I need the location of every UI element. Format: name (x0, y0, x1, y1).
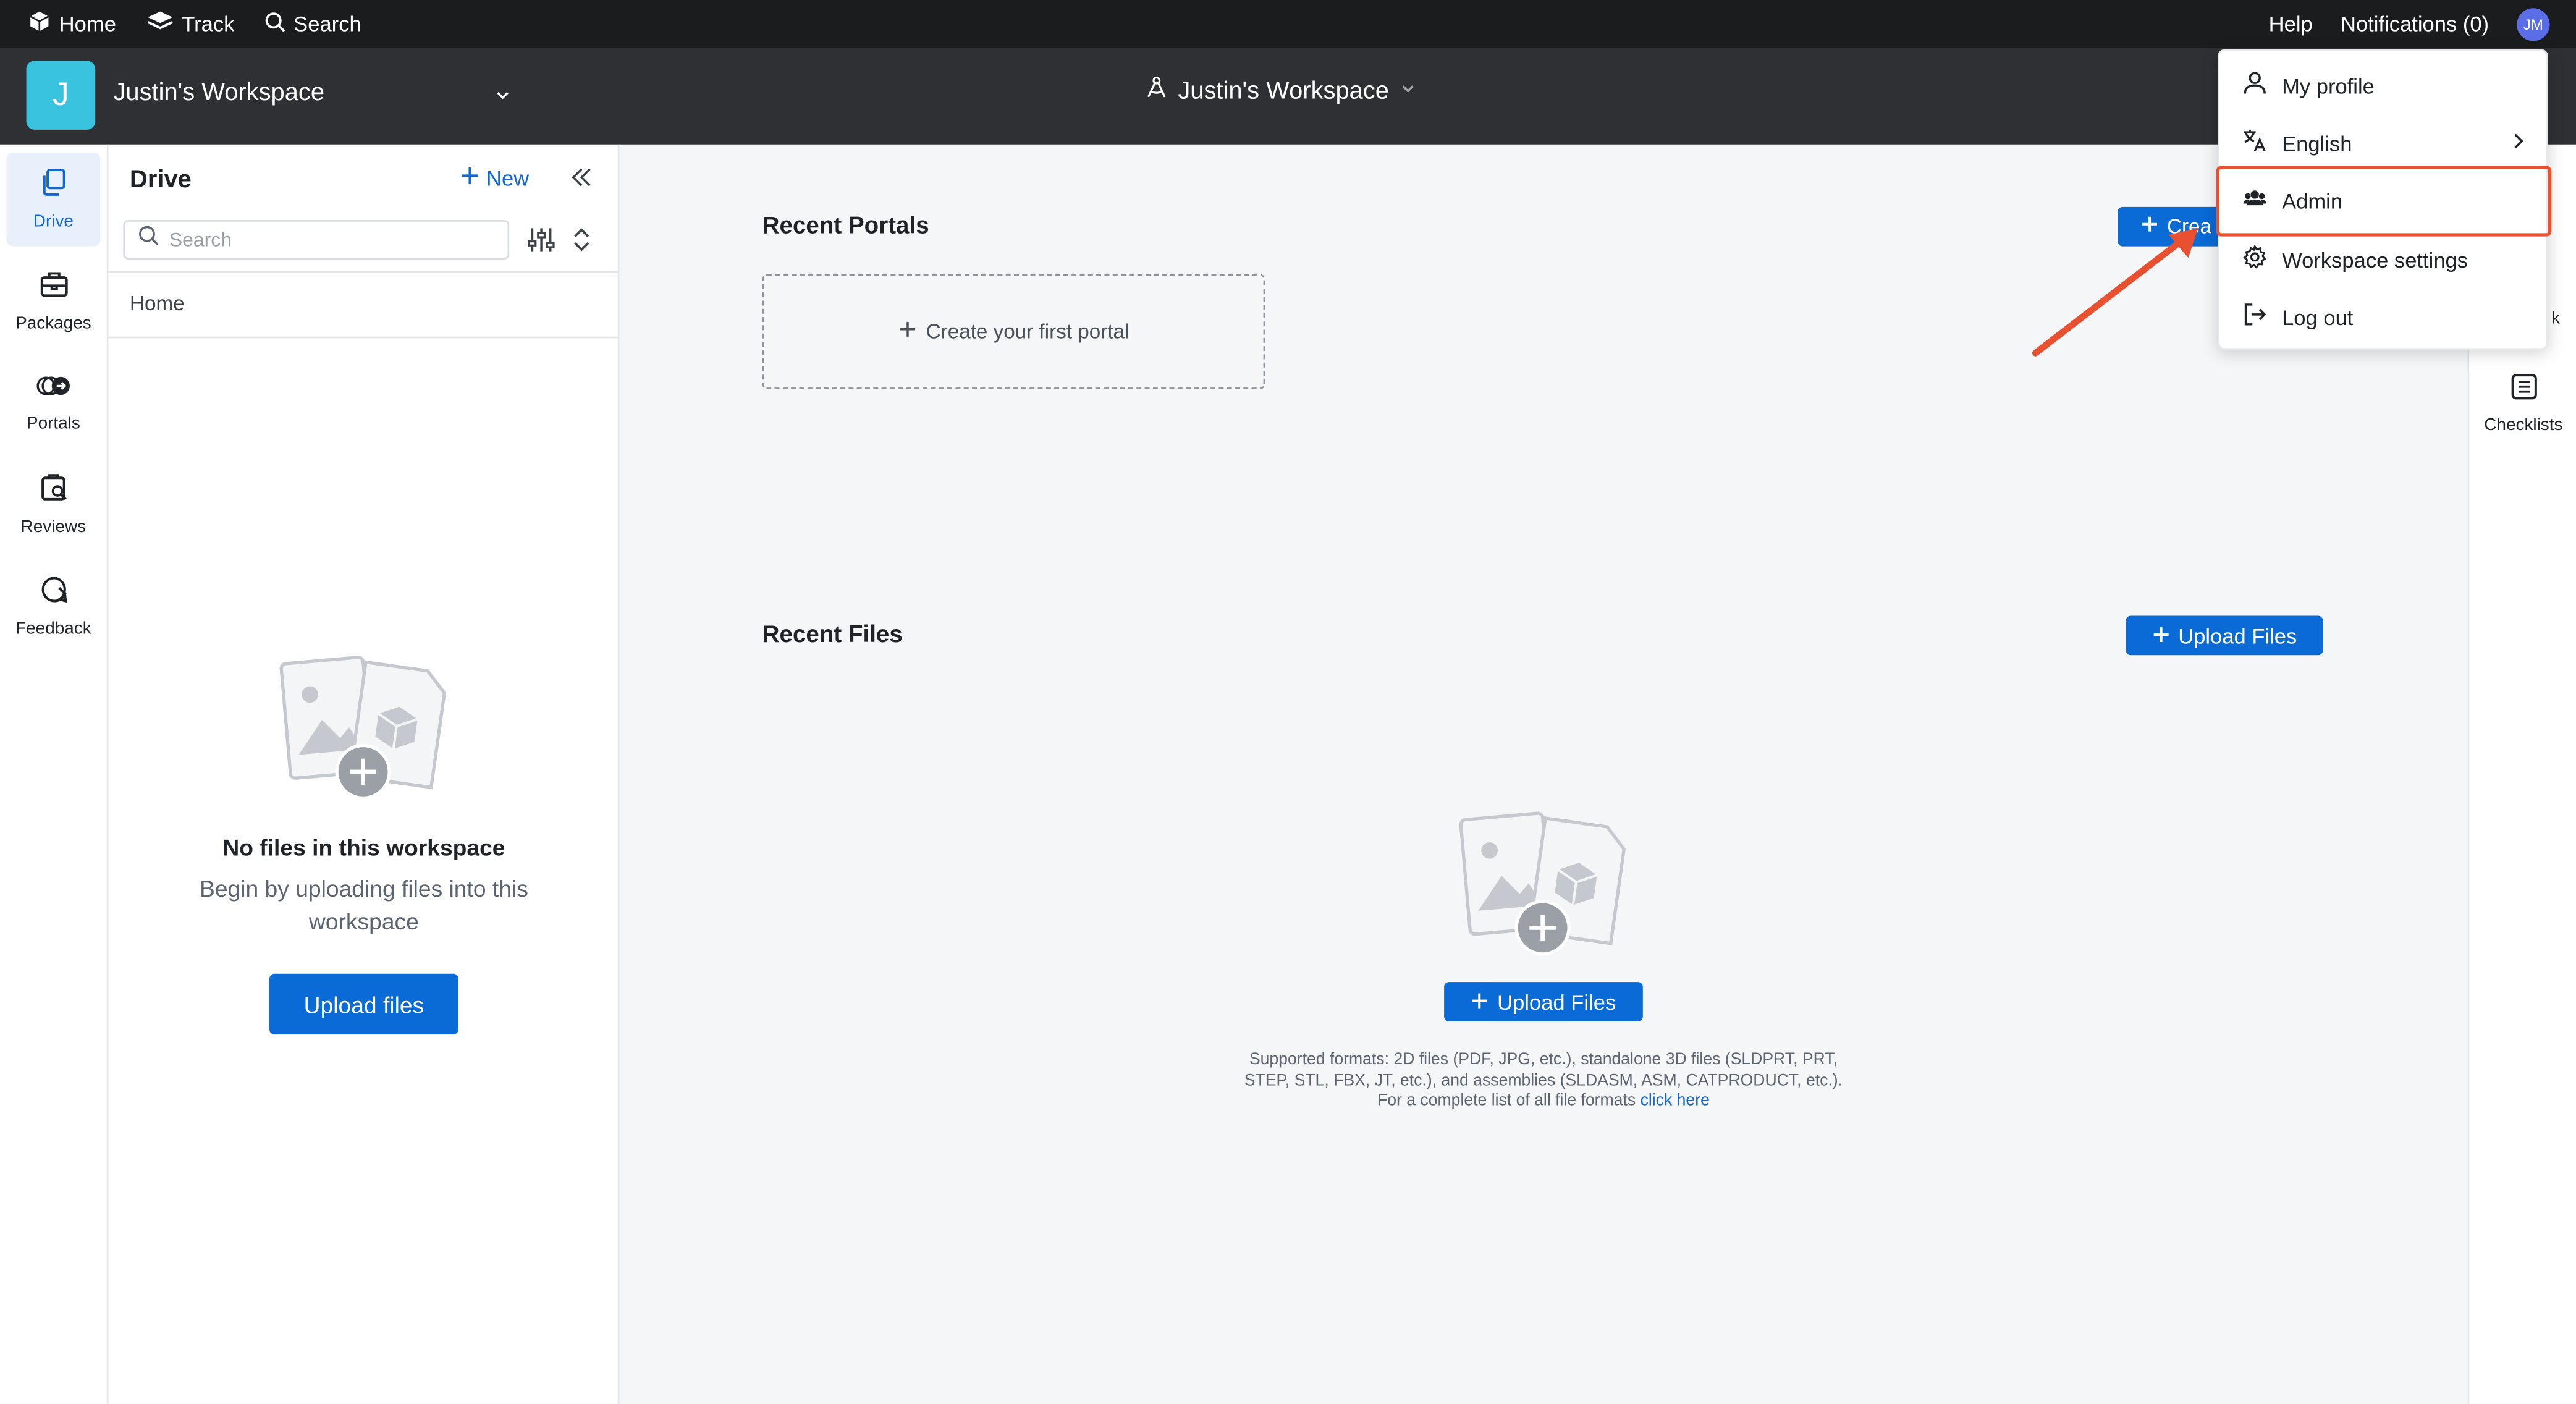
workspace-center-name: Justin's Workspace (1178, 77, 1389, 106)
empty-state-subtitle: Begin by uploading files into this works… (200, 875, 528, 935)
plus-icon (2152, 623, 2170, 648)
plus-icon (460, 166, 479, 190)
reviews-icon (38, 473, 68, 507)
admin-icon (2242, 185, 2267, 215)
plus-icon (2140, 215, 2158, 238)
drive-panel: Drive New Home (108, 144, 620, 1404)
rail-label: Packages (15, 313, 91, 334)
sort-icon[interactable] (572, 227, 591, 261)
rail-item-checklists[interactable]: Checklists (2469, 373, 2576, 435)
rail-item-feedback[interactable]: Feedback (7, 560, 101, 653)
nav-track[interactable]: Track (146, 0, 235, 48)
icon-rail: Drive Packages Portals Reviews Feedback (0, 144, 109, 1404)
nav-search[interactable]: Search (264, 0, 361, 48)
plus-icon (1471, 989, 1489, 1014)
language-icon (2242, 128, 2267, 158)
create-first-portal-card[interactable]: Create your first portal (762, 274, 1265, 389)
collapse-panel-icon[interactable] (570, 166, 593, 197)
create-portal-label: Crea (2166, 215, 2211, 239)
help-link[interactable]: Help (2269, 0, 2313, 48)
menu-item-label: Workspace settings (2282, 247, 2468, 272)
supported-formats-text: Supported formats: 2D files (PDF, JPG, e… (1235, 1051, 1851, 1113)
cube-icon (28, 10, 51, 38)
menu-item-log-out[interactable]: Log out (2219, 292, 2549, 342)
empty-files-illustration-icon (1459, 810, 1630, 969)
main-content: Recent Portals Crea Create your first po… (619, 144, 2468, 1404)
notifications-link[interactable]: Notifications (0) (2341, 0, 2489, 48)
nav-search-label: Search (293, 11, 361, 36)
chevron-right-icon (2511, 132, 2527, 156)
formats-link[interactable]: click here (1641, 1092, 1710, 1110)
menu-item-label: My profile (2282, 73, 2375, 98)
divider (108, 336, 620, 339)
create-first-portal-label: Create your first portal (926, 320, 1130, 344)
right-rail-partial-label: k (2551, 308, 2561, 329)
upload-files-button[interactable]: Upload Files (1444, 982, 1643, 1021)
workspace-name[interactable]: Justin's Workspace (113, 79, 324, 107)
divider (108, 271, 620, 273)
gear-icon (2242, 243, 2267, 274)
logout-icon (2242, 302, 2267, 332)
checklist-icon (2509, 373, 2537, 405)
rail-item-packages[interactable]: Packages (7, 255, 101, 348)
workspace-logo[interactable]: J (26, 61, 96, 130)
drive-icon (38, 167, 68, 202)
feedback-icon (38, 575, 68, 609)
rail-item-reviews[interactable]: Reviews (7, 458, 101, 551)
top-nav: Home Track Search (28, 0, 361, 48)
rail-label: Portals (26, 413, 80, 434)
portals-icon (35, 373, 71, 404)
packages-icon (38, 269, 68, 304)
empty-files-illustration-icon (279, 654, 450, 813)
upload-files-label: Upload Files (1497, 989, 1616, 1014)
rail-label: Drive (33, 211, 74, 232)
user-icon (2242, 70, 2267, 100)
avatar[interactable]: JM (2517, 7, 2550, 41)
filter-sliders-icon[interactable] (527, 227, 555, 261)
menu-item-my-profile[interactable]: My profile (2219, 61, 2549, 110)
formats-description: Supported formats: 2D files (PDF, JPG, e… (1244, 1051, 1843, 1110)
workspace-switcher[interactable]: Justin's Workspace (1145, 75, 1419, 106)
menu-item-workspace-settings[interactable]: Workspace settings (2219, 235, 2549, 284)
profile-menu: My profile English Admin Workspace setti… (2218, 49, 2548, 350)
rail-item-drive[interactable]: Drive (6, 153, 101, 247)
app-root: Home Track Search Help Notifications (0)… (0, 0, 2576, 1404)
layers-icon (146, 10, 174, 38)
search-icon (264, 11, 285, 37)
nav-home[interactable]: Home (28, 0, 116, 48)
new-button[interactable]: New (460, 166, 529, 190)
recent-files-title: Recent Files (762, 622, 903, 649)
rail-item-portals[interactable]: Portals (7, 357, 101, 450)
menu-item-admin[interactable]: Admin (2219, 176, 2549, 225)
nav-home-label: Home (59, 11, 116, 36)
menu-item-label: Log out (2282, 304, 2354, 329)
menu-item-label: Admin (2282, 188, 2343, 213)
upload-files-button[interactable]: Upload Files (2126, 615, 2323, 656)
drive-title: Drive (130, 166, 192, 194)
top-bar: Home Track Search Help Notifications (0)… (0, 0, 2576, 48)
chevron-down-icon[interactable] (493, 84, 513, 114)
menu-item-language[interactable]: English (2219, 118, 2549, 167)
breadcrumb-home[interactable]: Home (130, 292, 185, 315)
upload-files-label: Upload Files (2178, 623, 2297, 648)
rail-label: Feedback (15, 619, 91, 639)
workspace-bar: J Justin's Workspace Justin's Workspace (0, 48, 2576, 145)
compass-icon (1145, 75, 1168, 106)
rail-label: Reviews (20, 517, 87, 537)
drive-search-box (123, 220, 510, 260)
menu-item-label: English (2282, 130, 2352, 156)
drive-search-input[interactable] (169, 228, 482, 252)
plus-icon (898, 320, 916, 343)
recent-portals-title: Recent Portals (762, 213, 929, 240)
chevron-down-icon (1399, 77, 1419, 105)
top-right: Help Notifications (0) JM (2269, 0, 2550, 48)
search-icon (138, 225, 159, 255)
rail-label: Checklists (2484, 415, 2563, 436)
empty-state-title: No files in this workspace (222, 834, 505, 861)
new-button-label: New (486, 166, 530, 191)
nav-track-label: Track (182, 11, 235, 36)
upload-files-button[interactable]: Upload files (269, 973, 458, 1035)
